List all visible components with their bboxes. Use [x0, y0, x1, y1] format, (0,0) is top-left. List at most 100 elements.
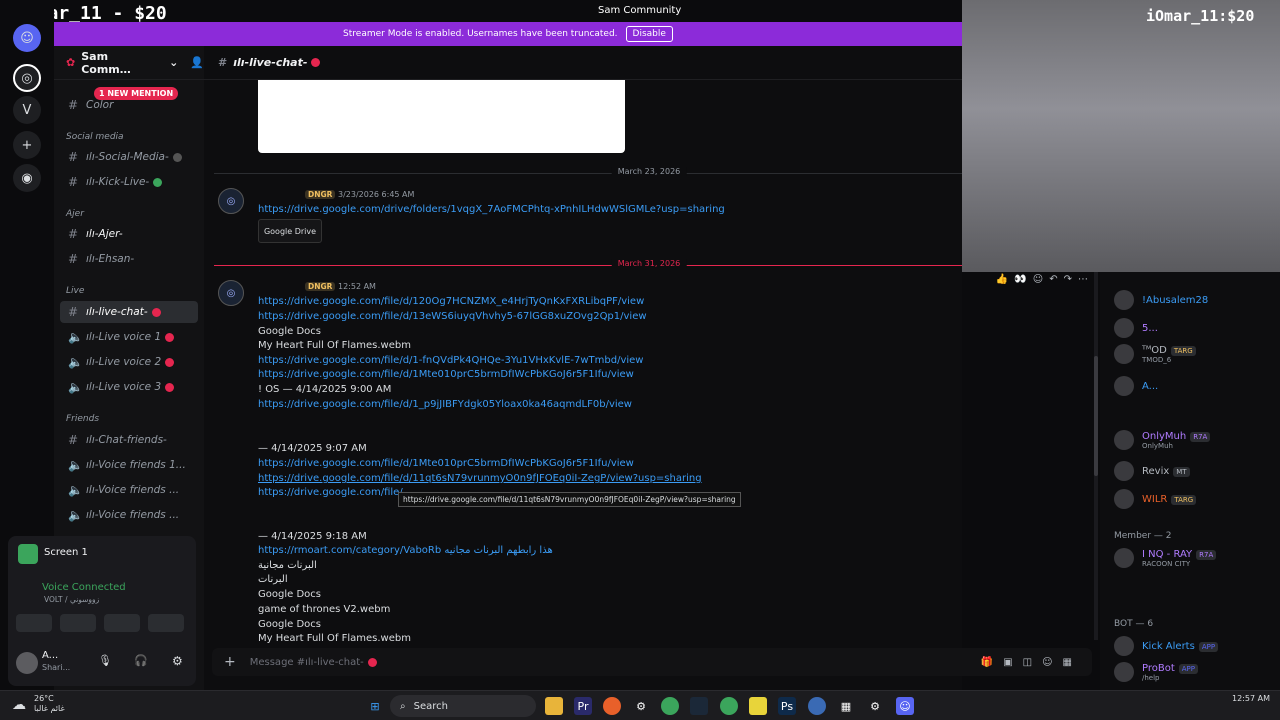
message-link[interactable]: https://drive.google.com/file/d/1_p9jJIB… — [258, 399, 632, 410]
thumbs-up-icon[interactable]: 👍 — [996, 274, 1008, 285]
member-row[interactable]: ProBot APP/help — [1114, 662, 1198, 682]
add-attachment-icon[interactable]: + — [224, 654, 236, 670]
status-dot — [165, 357, 175, 367]
app-icon[interactable] — [808, 697, 826, 715]
message-actions: 👍 👀 ☺ ↶ ↷ ⋯ — [940, 270, 1088, 288]
member-row[interactable]: 5... — [1114, 318, 1158, 338]
notes-icon[interactable] — [749, 697, 767, 715]
member-row[interactable]: I NQ - RAY R7A RACOON CITY — [1114, 548, 1217, 568]
embed-image[interactable] — [258, 80, 625, 153]
message-link[interactable]: https://drive.google.com/file/d/1-fnQVdP… — [258, 355, 643, 366]
premiere-icon[interactable]: Pr — [574, 697, 592, 715]
voice-connected-label[interactable]: Voice Connected — [42, 582, 126, 593]
settings-icon[interactable]: ⚙ — [632, 697, 650, 715]
chrome-icon[interactable] — [661, 697, 679, 715]
message-link[interactable]: https://drive.google.com/file/d/120Og7HC… — [258, 296, 644, 307]
disable-button[interactable]: Disable — [625, 26, 673, 42]
avatar — [1114, 430, 1134, 450]
channel-live-voice-2[interactable]: 🔈 ılı-Live voice 2 — [60, 351, 198, 373]
new-mention-badge[interactable]: 1 NEW MENTION — [94, 87, 179, 100]
app-icon[interactable]: ▦ — [837, 697, 855, 715]
file-explorer-icon[interactable] — [545, 697, 563, 715]
reply-icon[interactable]: ↶ — [1049, 274, 1057, 285]
direct-messages-icon[interactable]: ☺ — [13, 24, 41, 52]
channel-live-voice-1[interactable]: 🔈 ılı-Live voice 1 — [60, 326, 198, 348]
member-row[interactable]: Kick Alerts APP — [1114, 636, 1219, 656]
message-link[interactable]: https://drive.google.com/file/d/13eWS6iu… — [258, 311, 647, 322]
camera-button[interactable] — [16, 614, 52, 632]
emoji-icon[interactable]: ☺ — [1033, 274, 1043, 285]
member-row[interactable]: !Abusalem28 — [1114, 290, 1208, 310]
avatar[interactable]: ◎ — [218, 188, 244, 214]
member-name: ᵀᴹOD — [1142, 344, 1167, 356]
composer-tools-icons[interactable]: 🎁▣◫☺▦ — [981, 657, 1082, 668]
add-server-icon[interactable]: + — [13, 131, 41, 159]
eyes-icon[interactable]: 👀 — [1014, 274, 1026, 285]
app-icon[interactable]: ⚙ — [866, 697, 884, 715]
avatar[interactable] — [16, 652, 38, 674]
status-dot — [151, 307, 161, 317]
clock[interactable]: 12:57 AM — [1232, 694, 1270, 703]
category-social-media[interactable]: Social media — [66, 132, 124, 142]
message-text: Google Docs — [258, 589, 321, 600]
channel-live-chat[interactable]: # ılı-live-chat- — [60, 301, 198, 323]
category-live[interactable]: Live — [66, 286, 84, 296]
scrollbar-thumb[interactable] — [1094, 356, 1098, 476]
message-link[interactable]: https://drive.google.com/file/d/1Mte010p… — [258, 458, 634, 469]
search-icon: ⌕ — [400, 700, 406, 712]
channel-social-media[interactable]: # ılı-Social-Media- — [60, 146, 198, 168]
member-row[interactable]: ᵀᴹOD TARG TMOD_6 — [1114, 344, 1196, 364]
channel-voice-friends-1[interactable]: 🔈 ılı-Voice friends 1... — [60, 454, 198, 476]
chrome-icon[interactable] — [720, 697, 738, 715]
channel-chat-friends[interactable]: # ılı-Chat-friends- — [60, 429, 198, 451]
forward-icon[interactable]: ↷ — [1064, 274, 1072, 285]
invite-icon[interactable]: 👤 — [190, 56, 204, 69]
member-row[interactable]: Revix MT — [1114, 461, 1190, 481]
link-tooltip: https://drive.google.com/file/d/11qt6sN7… — [398, 492, 741, 507]
more-icon[interactable]: ⋯ — [1078, 274, 1088, 285]
microphone-icon[interactable]: 🎙 — [98, 654, 112, 667]
member-status: TMOD_6 — [1142, 355, 1172, 364]
taskbar-search[interactable]: ⌕ Search — [390, 695, 536, 717]
message-composer[interactable]: + Message #ılı-live-chat- 🎁▣◫☺▦ — [212, 648, 1092, 676]
soundboard-button[interactable] — [148, 614, 184, 632]
server-icon-sam-community[interactable]: ◎ — [13, 64, 41, 92]
timestamp: 3/23/2026 6:45 AM — [337, 190, 415, 199]
photoshop-icon[interactable]: Ps — [778, 697, 796, 715]
headphones-icon[interactable]: 🎧 — [134, 654, 148, 667]
gear-icon[interactable]: ⚙ — [172, 654, 183, 668]
discover-icon[interactable]: ◉ — [13, 164, 41, 192]
member-row[interactable]: OnlyMuh R7A OnlyMuh — [1114, 430, 1211, 450]
channel-voice-friends-3[interactable]: 🔈 ılı-Voice friends ... — [60, 504, 198, 526]
message-link[interactable]: https://drive.google.com/file/d/11qt6sN7… — [258, 473, 702, 484]
member-badge: APP — [1198, 641, 1219, 652]
channel-ajer[interactable]: # ılı-Ajer- — [60, 223, 198, 245]
activities-button[interactable] — [104, 614, 140, 632]
app-icon[interactable] — [603, 697, 621, 715]
server-name-header[interactable]: ✿ Sam Comm… ⌄ 👤 — [54, 46, 204, 80]
avatar[interactable]: ◎ — [218, 280, 244, 306]
server-icon-v[interactable]: V — [13, 96, 41, 124]
embed-card[interactable]: Google Drive — [258, 219, 322, 243]
weather-widget[interactable]: 26°C غائم غالبا — [34, 694, 65, 714]
hash-icon: # — [68, 175, 79, 189]
category-ajer[interactable]: Ajer — [66, 209, 84, 219]
windows-start-icon[interactable]: ⊞ — [366, 697, 384, 715]
discord-icon[interactable]: ☺ — [896, 697, 914, 715]
channel-ehsan[interactable]: # ılı-Ehsan- — [60, 248, 198, 270]
member-row[interactable]: WILR TARG — [1114, 489, 1197, 509]
message-link[interactable]: https://drive.google.com/drive/folders/1… — [258, 204, 725, 215]
message-link[interactable]: https://drive.google.com/file/d/1Mte010p… — [258, 369, 634, 380]
member-row[interactable]: A... — [1114, 376, 1158, 396]
steam-icon[interactable] — [690, 697, 708, 715]
bot-section-header: BOT — 6 — [1114, 619, 1154, 629]
message-link[interactable]: https://drive.google.com/file/ — [258, 487, 403, 498]
message-link[interactable]: https://rmoart.com/category/VaboRb هذا ر… — [258, 545, 553, 556]
role-tag: DNGR — [305, 282, 336, 291]
channel-kick-live[interactable]: # ılı-Kick-Live- — [60, 171, 198, 193]
message-meta: DNGR 3/23/2026 6:45 AM — [305, 190, 414, 199]
category-friends[interactable]: Friends — [66, 414, 99, 424]
channel-live-voice-3[interactable]: 🔈 ılı-Live voice 3 — [60, 376, 198, 398]
share-screen-button[interactable] — [60, 614, 96, 632]
channel-voice-friends-2[interactable]: 🔈 ılı-Voice friends ... — [60, 479, 198, 501]
